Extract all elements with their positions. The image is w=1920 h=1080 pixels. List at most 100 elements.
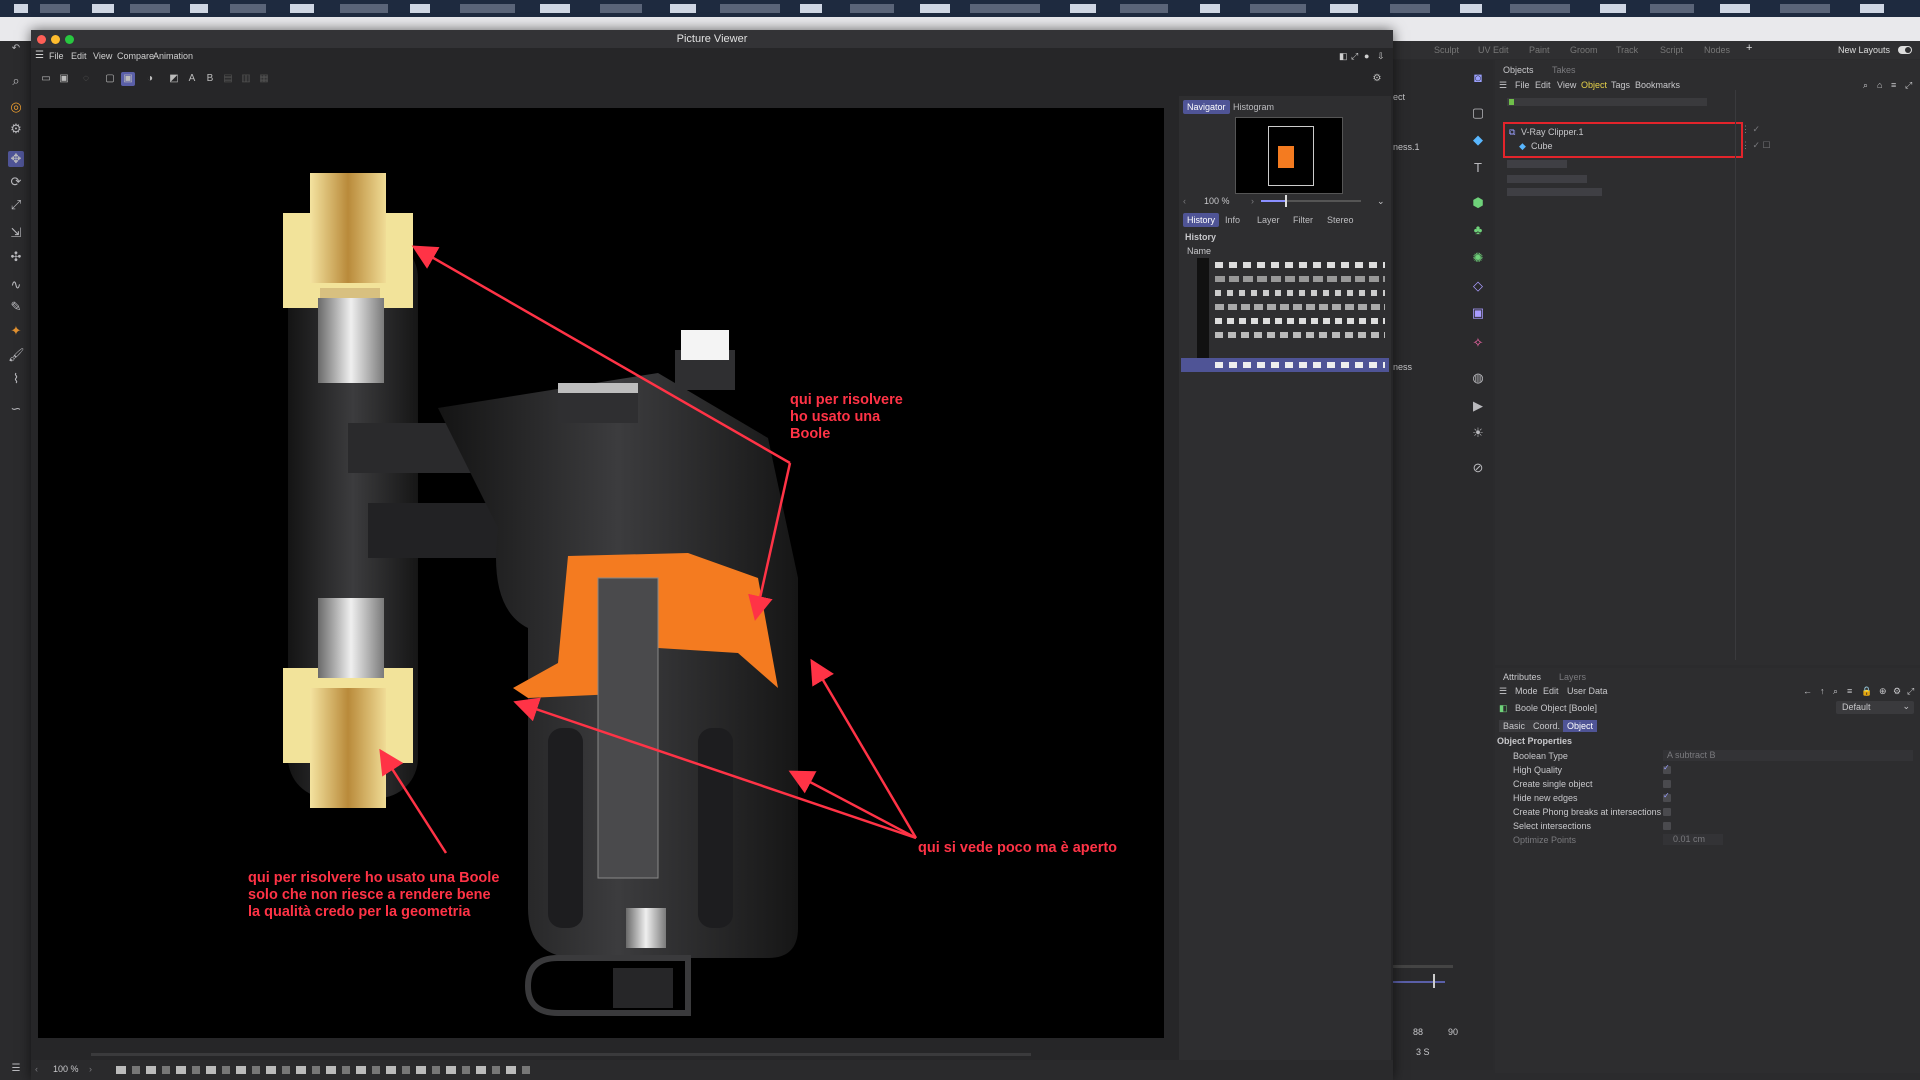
search-icon[interactable]: ⌕ xyxy=(8,73,24,89)
swap-icon[interactable]: ▤ xyxy=(221,72,235,86)
hide-edges-checkbox[interactable] xyxy=(1663,791,1671,802)
new-layouts-button[interactable]: New Layouts xyxy=(1838,45,1890,55)
full-image-icon[interactable]: ▣ xyxy=(121,72,135,86)
placement-icon[interactable]: ✣ xyxy=(8,249,24,265)
tab-history[interactable]: History xyxy=(1183,213,1220,227)
light-icon[interactable]: ☀ xyxy=(1470,425,1486,441)
object-vray-clipper[interactable]: V-Ray Clipper.1 xyxy=(1521,127,1584,137)
history-row[interactable] xyxy=(1215,332,1385,338)
chevron-left-icon[interactable]: ‹ xyxy=(35,1064,38,1074)
visibility-dots[interactable]: ⋮ ✓ ☐ xyxy=(1741,140,1771,151)
layout-toggle[interactable] xyxy=(1898,46,1912,54)
save-icon[interactable]: ▣ xyxy=(57,72,71,86)
filter-icon[interactable]: ≡ xyxy=(1891,80,1896,90)
layout-paint[interactable]: Paint xyxy=(1529,45,1550,55)
add-layout-icon[interactable]: + xyxy=(1746,42,1752,54)
zoom-slider-handle[interactable] xyxy=(1285,195,1287,207)
cube-outline-icon[interactable]: ▢ xyxy=(1470,105,1486,121)
optimize-points-field[interactable]: 0.01 cm xyxy=(1663,834,1723,845)
search-icon[interactable]: ⌕ xyxy=(1833,686,1838,697)
back-icon[interactable]: ← xyxy=(1803,686,1812,696)
zoom-button[interactable] xyxy=(65,35,74,44)
tab-layer[interactable]: Layer xyxy=(1253,213,1284,227)
rotate-icon[interactable]: ⟳ xyxy=(8,174,24,190)
navigator-thumbnail[interactable] xyxy=(1235,117,1343,194)
effector-icon[interactable]: ✺ xyxy=(1470,250,1486,266)
cube-icon[interactable]: ◆ xyxy=(1470,132,1486,148)
select-intersections-checkbox[interactable] xyxy=(1663,822,1671,830)
menu-animation[interactable]: Animation xyxy=(153,51,193,61)
deformer-icon[interactable]: ◇ xyxy=(1470,278,1486,294)
set-a-icon[interactable]: A xyxy=(185,72,199,86)
high-quality-checkbox[interactable] xyxy=(1663,763,1671,774)
history-row[interactable] xyxy=(1215,304,1385,310)
timeline-handle[interactable] xyxy=(1433,974,1435,988)
live-select-icon[interactable]: ◎ xyxy=(8,99,24,115)
open-icon[interactable]: ▭ xyxy=(39,72,53,86)
layout-track[interactable]: Track xyxy=(1616,45,1638,55)
tab-layers[interactable]: Layers xyxy=(1559,672,1586,682)
visibility-dots[interactable]: ⋮ ✓ xyxy=(1741,124,1760,135)
lock-icon[interactable]: ● xyxy=(1364,51,1369,61)
single-object-checkbox[interactable] xyxy=(1663,780,1671,788)
knife-icon[interactable]: ⌇ xyxy=(8,371,24,387)
generator-icon[interactable]: ⬢ xyxy=(1470,195,1486,211)
menu-icon[interactable]: ☰ xyxy=(1499,80,1507,91)
menu-object[interactable]: Object xyxy=(1581,80,1607,90)
spline-icon[interactable]: ✧ xyxy=(1470,335,1486,351)
filter-icon[interactable]: ≡ xyxy=(1847,686,1852,696)
menu-compare[interactable]: Compare xyxy=(117,51,154,61)
tab-takes[interactable]: Takes xyxy=(1552,65,1576,75)
tab-info[interactable]: Info xyxy=(1221,213,1244,227)
phong-breaks-checkbox[interactable] xyxy=(1663,808,1671,816)
menu-icon[interactable]: ☰ xyxy=(8,1061,24,1077)
object-cube[interactable]: Cube xyxy=(1531,141,1553,151)
scale-icon[interactable]: ⤢ xyxy=(8,197,24,213)
contrast-icon[interactable]: ◑ xyxy=(143,72,157,86)
minimize-button[interactable] xyxy=(51,35,60,44)
menu-view[interactable]: View xyxy=(1557,80,1576,90)
search-icon[interactable]: ⌕ xyxy=(1863,80,1868,91)
chevron-down-icon[interactable]: ⌄ xyxy=(1377,196,1385,207)
chevron-left-icon[interactable]: ‹ xyxy=(1183,196,1186,206)
menu-edit[interactable]: Edit xyxy=(1535,80,1551,90)
popout-icon[interactable]: ⤢ xyxy=(1351,51,1358,62)
region-icon[interactable]: ▢ xyxy=(103,72,117,86)
preset-select[interactable]: Default ⌄ xyxy=(1836,701,1914,714)
layout-icon[interactable]: ◧ xyxy=(1339,51,1348,62)
expand-icon[interactable]: ⤢ xyxy=(1907,686,1914,697)
menu-tags[interactable]: Tags xyxy=(1611,80,1630,90)
menu-file[interactable]: File xyxy=(1515,80,1530,90)
tab-basic[interactable]: Basic xyxy=(1499,720,1530,732)
layout-uv-edit[interactable]: UV Edit xyxy=(1478,45,1509,55)
menu-icon[interactable]: ☰ xyxy=(1499,686,1507,697)
paint-icon[interactable]: ✦ xyxy=(8,323,24,339)
settings-icon[interactable]: ⚙ xyxy=(1893,686,1901,697)
close-button[interactable] xyxy=(37,35,46,44)
tab-histogram[interactable]: Histogram xyxy=(1229,100,1278,114)
tweak-icon[interactable]: ⚙ xyxy=(8,121,24,137)
up-icon[interactable]: ↑ xyxy=(1820,686,1825,696)
diff-icon[interactable]: ▦ xyxy=(257,72,271,86)
home-icon[interactable]: ⌂ xyxy=(1877,80,1882,90)
history-row[interactable] xyxy=(1215,262,1385,268)
spline-pen-icon[interactable]: ∿ xyxy=(8,277,24,293)
undo-icon[interactable]: ↶ xyxy=(8,41,24,57)
tab-objects[interactable]: Objects xyxy=(1503,65,1534,75)
split-icon[interactable]: ▥ xyxy=(239,72,253,86)
history-row[interactable] xyxy=(1215,290,1385,296)
menu-edit[interactable]: Edit xyxy=(1543,686,1559,696)
render-icon[interactable]: ⊘ xyxy=(1470,460,1486,476)
tab-stereo[interactable]: Stereo xyxy=(1323,213,1358,227)
expand-icon[interactable]: ⤢ xyxy=(1905,80,1912,91)
brush-icon[interactable]: 🖌 xyxy=(8,347,25,363)
stop-icon[interactable]: ◌ xyxy=(79,72,93,86)
environment-icon[interactable]: ◍ xyxy=(1470,370,1486,386)
boolean-type-select[interactable]: A subtract B xyxy=(1663,750,1913,761)
sketch-icon[interactable]: ✎ xyxy=(8,299,24,315)
set-b-icon[interactable]: B xyxy=(203,72,217,86)
menu-bookmarks[interactable]: Bookmarks xyxy=(1635,80,1680,90)
transform-icon[interactable]: ⇲ xyxy=(8,225,24,241)
menu-user-data[interactable]: User Data xyxy=(1567,686,1608,696)
history-row[interactable] xyxy=(1215,276,1385,282)
